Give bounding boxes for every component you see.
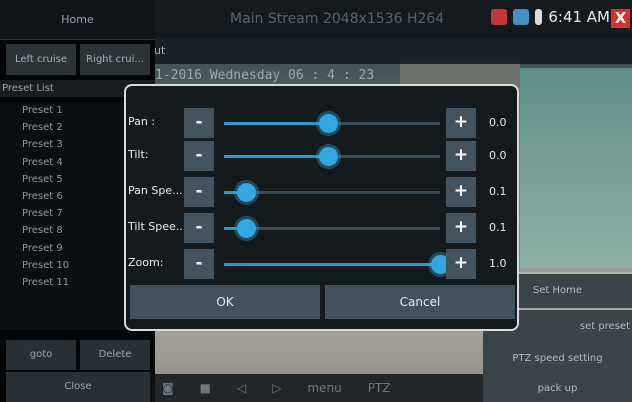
- ok-button[interactable]: OK: [130, 285, 320, 319]
- clock: 6:41 AM: [548, 8, 610, 26]
- close-button[interactable]: X: [611, 9, 630, 28]
- decrease-button[interactable]: -: [184, 141, 214, 171]
- mute-icon[interactable]: ◁: [237, 381, 246, 395]
- stream-title: Main Stream 2048x1536 H264: [230, 11, 445, 27]
- slider-fill: [224, 122, 328, 125]
- snapshot-icon[interactable]: ◙: [162, 381, 174, 395]
- ptz-row-tilt-speed: Tilt Spee... - + 0.1: [126, 213, 517, 243]
- row-label: Tilt:: [128, 148, 149, 161]
- ptz-control-screen: Main Stream 2048x1536 H264 6:41 AM X ut …: [0, 0, 632, 402]
- slider-track[interactable]: [224, 227, 440, 230]
- row-label: Pan :: [128, 115, 156, 128]
- home-button[interactable]: Home: [0, 0, 155, 40]
- bottom-toolbar: ◙ ■ ◁ ▷ menu PTZ: [150, 374, 483, 402]
- status-icons: 6:41 AM: [491, 8, 610, 26]
- row-value: 0.0: [489, 116, 507, 129]
- cancel-button[interactable]: Cancel: [325, 285, 515, 319]
- record-icon: [491, 9, 508, 25]
- delete-button[interactable]: Delete: [80, 340, 150, 370]
- row-value: 0.0: [489, 149, 507, 162]
- osd-timestamp: 1-2016 Wednesday 06 : 4 : 23: [155, 68, 375, 83]
- ptz-button[interactable]: PTZ: [368, 381, 391, 395]
- increase-button[interactable]: +: [446, 249, 476, 279]
- slider-knob[interactable]: [318, 147, 338, 166]
- ptz-speed-button[interactable]: PTZ speed setting: [483, 342, 632, 376]
- slider-fill: [224, 155, 328, 158]
- increase-button[interactable]: +: [446, 177, 476, 207]
- decrease-button[interactable]: -: [184, 177, 214, 207]
- slider-knob[interactable]: [236, 183, 256, 202]
- ptz-row-tilt: Tilt: - + 0.0: [126, 141, 517, 171]
- title-bar: Main Stream 2048x1536 H264 6:41 AM X: [150, 0, 632, 38]
- row-label: Zoom:: [128, 256, 164, 269]
- decrease-button[interactable]: -: [184, 249, 214, 279]
- decrease-button[interactable]: -: [184, 213, 214, 243]
- sub-bar-text: ut: [154, 44, 166, 57]
- ptz-row-zoom: Zoom: - + 1.0: [126, 249, 517, 279]
- row-label: Pan Spe...: [128, 184, 183, 197]
- battery-icon: [535, 9, 543, 25]
- left-cruise-button[interactable]: Left cruise: [6, 44, 76, 75]
- ptz-row-pan: Pan : - + 0.0: [126, 108, 517, 138]
- record-video-icon[interactable]: ■: [200, 381, 211, 395]
- slider-knob[interactable]: [236, 219, 256, 238]
- row-value: 1.0: [489, 257, 507, 270]
- feed-window: [517, 68, 632, 268]
- slider-track[interactable]: [224, 191, 440, 194]
- increase-button[interactable]: +: [446, 213, 476, 243]
- close-panel-button[interactable]: Close: [6, 372, 150, 402]
- ptz-row-pan-speed: Pan Spe... - + 0.1: [126, 177, 517, 207]
- slider-knob[interactable]: [318, 114, 338, 133]
- goto-button[interactable]: goto: [6, 340, 76, 370]
- network-icon: [513, 9, 530, 25]
- slider-fill: [224, 263, 440, 266]
- row-label: Tilt Spee...: [128, 220, 184, 233]
- row-value: 0.1: [489, 185, 507, 198]
- increase-button[interactable]: +: [446, 108, 476, 138]
- play-icon[interactable]: ▷: [272, 381, 281, 395]
- increase-button[interactable]: +: [446, 141, 476, 171]
- menu-button[interactable]: menu: [307, 381, 341, 395]
- row-value: 0.1: [489, 221, 507, 234]
- pack-up-button[interactable]: pack up: [483, 372, 632, 402]
- right-cruise-button[interactable]: Right crui...: [80, 44, 150, 75]
- decrease-button[interactable]: -: [184, 108, 214, 138]
- ptz-dialog: Pan : - + 0.0 Tilt: - + 0.0 Pan Spe... -…: [124, 84, 519, 331]
- sub-bar: ut: [150, 38, 632, 64]
